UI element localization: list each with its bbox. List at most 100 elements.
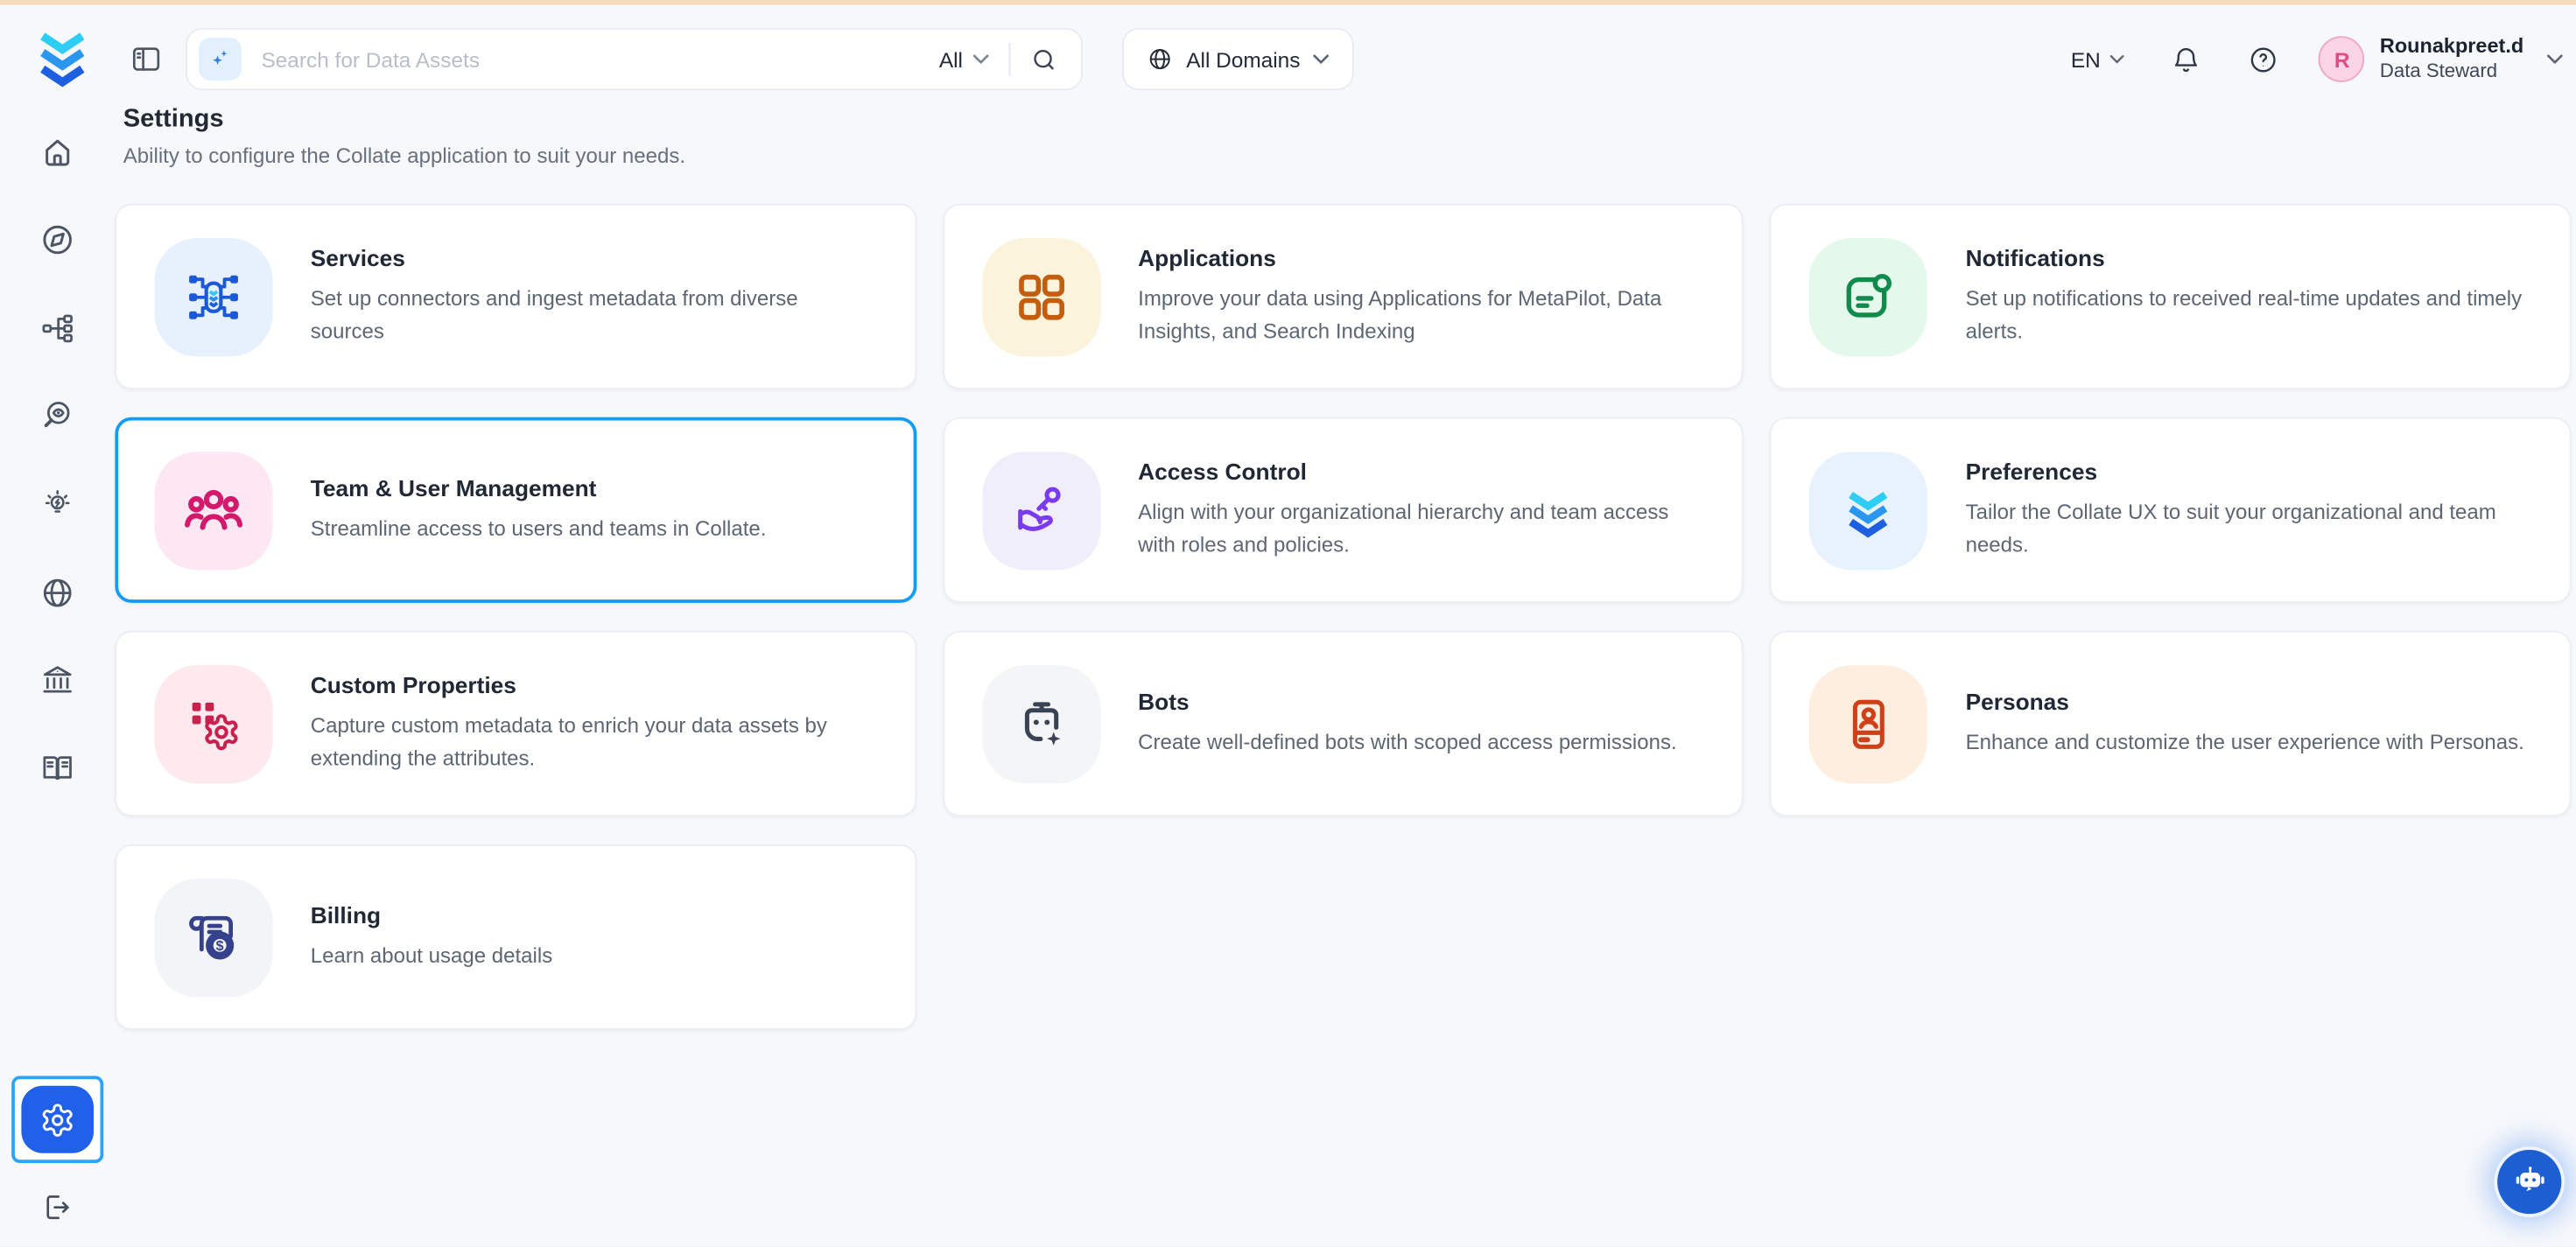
sidebar-item-governance[interactable]: [25, 648, 90, 713]
sidebar-item-home[interactable]: [25, 120, 90, 186]
card-title: Applications: [1138, 244, 1699, 270]
card-description: Create well-defined bots with scoped acc…: [1138, 725, 1677, 759]
explore-compass-icon: [39, 221, 75, 257]
settings-button[interactable]: [21, 1086, 94, 1153]
settings-gear-icon: [39, 1102, 75, 1138]
card-title: Access Control: [1138, 458, 1699, 484]
user-avatar: R: [2319, 36, 2365, 82]
home-icon: [39, 135, 75, 171]
search-scope-dropdown[interactable]: All: [939, 46, 989, 71]
collate-logo-icon: [1809, 451, 1927, 569]
settings-card-bots[interactable]: Bots Create well-defined bots with scope…: [943, 631, 1744, 816]
settings-card-preferences[interactable]: Preferences Tailor the Collate UX to sui…: [1770, 417, 2571, 603]
sidebar-item-explore[interactable]: [25, 207, 90, 273]
glossary-icon: [39, 749, 75, 785]
team-group-icon: [154, 451, 272, 569]
hand-key-icon: [982, 451, 1100, 569]
top-accent-strip: [0, 0, 2576, 5]
insights-icon: [39, 487, 75, 522]
all-domains-dropdown[interactable]: All Domains: [1122, 28, 1354, 90]
notifications-bell-icon[interactable]: [2172, 44, 2203, 75]
settings-card-access-control[interactable]: Access Control Align with your organizat…: [943, 417, 1744, 603]
logout-icon: [41, 1191, 74, 1224]
card-title: Notifications: [1966, 244, 2527, 270]
services-connectors-icon: [154, 237, 272, 355]
card-title: Preferences: [1966, 458, 2527, 484]
card-title: Bots: [1138, 688, 1677, 714]
billing-receipt-icon: $: [154, 878, 272, 996]
global-search-bar: All: [186, 28, 1083, 90]
all-domains-label: All Domains: [1186, 46, 1300, 71]
card-text: Bots Create well-defined bots with scope…: [1138, 688, 1677, 760]
grid-gear-icon: [154, 664, 272, 782]
card-description: Capture custom metadata to enrich your d…: [311, 709, 872, 776]
card-description: Improve your data using Applications for…: [1138, 282, 1699, 349]
sidebar-toggle-icon[interactable]: [130, 43, 163, 76]
collate-settings-page: All All Domains EN: [0, 0, 2576, 1247]
chevron-down-icon: [2546, 54, 2563, 64]
card-description: Align with your organizational hierarchy…: [1138, 495, 1699, 563]
sidebar-item-glossary[interactable]: [25, 734, 90, 800]
divider: [1009, 43, 1011, 76]
card-text: Personas Enhance and customize the user …: [1966, 688, 2524, 760]
search-input[interactable]: [242, 46, 939, 71]
card-title: Team & User Management: [311, 474, 767, 501]
user-profile-menu[interactable]: R Rounakpreet.d Data Steward: [2319, 34, 2563, 83]
settings-card-services[interactable]: Services Set up connectors and ingest me…: [115, 204, 916, 389]
language-label: EN: [2071, 46, 2101, 71]
card-description: Learn about usage details: [311, 939, 552, 972]
search-scope-label: All: [939, 46, 963, 71]
card-description: Set up notifications to received real-ti…: [1966, 282, 2527, 349]
collate-logo-icon[interactable]: [38, 26, 87, 88]
svg-text:$: $: [216, 937, 224, 953]
settings-card-notifications[interactable]: Notifications Set up notifications to re…: [1770, 204, 2571, 389]
chatbot-button[interactable]: [2497, 1150, 2561, 1214]
card-title: Services: [311, 244, 872, 270]
help-icon[interactable]: [2249, 44, 2280, 75]
domains-globe-icon: [39, 575, 75, 611]
user-meta: Rounakpreet.d Data Steward: [2380, 34, 2523, 83]
topbar-right-cluster: EN R Rounakpreet.d Data Steward: [2071, 28, 2563, 90]
chevron-down-icon: [2110, 54, 2125, 64]
card-text: Custom Properties Capture custom metadat…: [311, 671, 872, 776]
card-text: Applications Improve your data using App…: [1138, 244, 1699, 349]
card-text: Billing Learn about usage details: [311, 901, 552, 973]
card-text: Team & User Management Streamline access…: [311, 474, 767, 546]
sidebar-item-insights[interactable]: [25, 472, 90, 537]
notifications-icon: [1809, 237, 1927, 355]
user-role: Data Steward: [2380, 60, 2523, 84]
settings-card-team-user-management[interactable]: Team & User Management Streamline access…: [115, 417, 916, 603]
settings-cards-grid: Services Set up connectors and ingest me…: [115, 204, 2571, 1030]
search-icon[interactable]: [1030, 46, 1058, 74]
settings-card-custom-properties[interactable]: Custom Properties Capture custom metadat…: [115, 631, 916, 816]
applications-grid-icon: [982, 237, 1100, 355]
settings-main: Settings Ability to configure the Collat…: [115, 105, 2571, 1030]
ai-sparkle-icon[interactable]: [199, 38, 242, 81]
language-dropdown[interactable]: EN: [2071, 46, 2125, 71]
card-text: Access Control Align with your organizat…: [1138, 458, 1699, 563]
card-text: Notifications Set up notifications to re…: [1966, 244, 2527, 349]
sidebar-item-logout[interactable]: [25, 1174, 90, 1240]
card-description: Set up connectors and ingest metadata fr…: [311, 282, 872, 349]
settings-card-applications[interactable]: Applications Improve your data using App…: [943, 204, 1744, 389]
chevron-down-icon: [1313, 54, 1330, 64]
card-text: Preferences Tailor the Collate UX to sui…: [1966, 458, 2527, 563]
globe-icon: [1147, 46, 1173, 73]
card-title: Personas: [1966, 688, 2524, 714]
card-description: Tailor the Collate UX to suit your organ…: [1966, 495, 2527, 563]
page-title: Settings: [115, 105, 2571, 135]
observability-icon: [39, 397, 75, 433]
sidebar-item-domains[interactable]: [25, 560, 90, 626]
sidebar-item-settings-active[interactable]: [11, 1075, 103, 1162]
left-sidebar: [0, 116, 115, 1246]
card-description: Streamline access to users and teams in …: [311, 512, 767, 545]
governance-icon: [39, 662, 75, 697]
sidebar-item-lineage[interactable]: [25, 296, 90, 361]
sidebar-item-observability[interactable]: [25, 382, 90, 448]
chevron-down-icon: [972, 54, 989, 64]
settings-card-billing[interactable]: $ Billing Learn about usage details: [115, 844, 916, 1030]
settings-card-personas[interactable]: Personas Enhance and customize the user …: [1770, 631, 2571, 816]
robot-sparkle-icon: [982, 664, 1100, 782]
data-lineage-icon: [39, 311, 75, 347]
page-subtitle: Ability to configure the Collate applica…: [115, 143, 2571, 167]
